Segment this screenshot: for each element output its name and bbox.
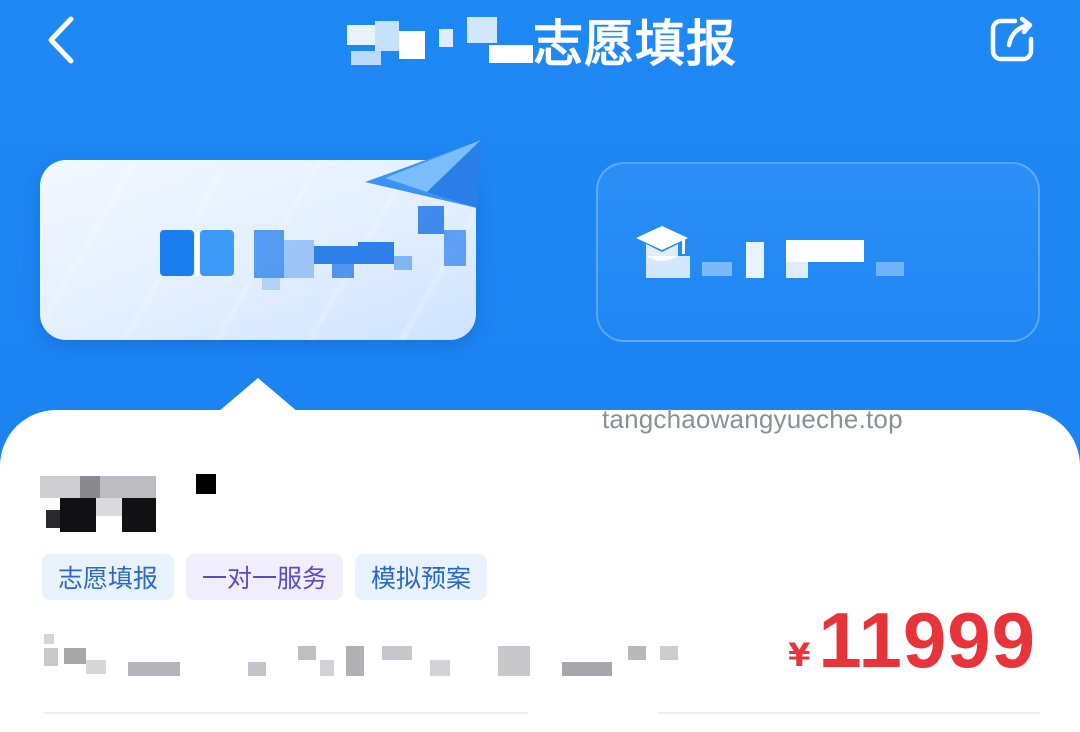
share-icon xyxy=(990,16,1034,62)
page-title: 志愿填报 xyxy=(0,8,1080,73)
service-card[interactable] xyxy=(596,162,1040,342)
tag-one-on-one-service: 一对一服务 xyxy=(186,554,344,600)
share-button[interactable] xyxy=(984,12,1040,68)
book-icon xyxy=(160,230,234,276)
watermark-text: tangchaowangyueche.top xyxy=(602,404,903,434)
panel-pointer xyxy=(218,378,298,412)
service-card-selected[interactable] xyxy=(40,140,481,340)
divider xyxy=(658,712,1040,714)
tag-simulation-plan: 模拟预案 xyxy=(355,554,488,600)
title-text: 志愿填报 xyxy=(533,15,737,73)
price-currency: ¥ xyxy=(788,636,811,674)
app-root: 志愿填报 tangchaowangyueche.top 志愿填报 一对一服务 模… xyxy=(0,0,1080,732)
tag-volunteer-filling: 志愿填报 xyxy=(42,554,175,600)
title-pixelated-prefix xyxy=(343,11,533,69)
divider xyxy=(44,712,528,714)
price-amount: 11999 xyxy=(818,596,1036,684)
product-tags: 志愿填报 一对一服务 模拟预案 xyxy=(42,554,488,600)
product-price: ¥ 11999 xyxy=(788,595,1036,686)
